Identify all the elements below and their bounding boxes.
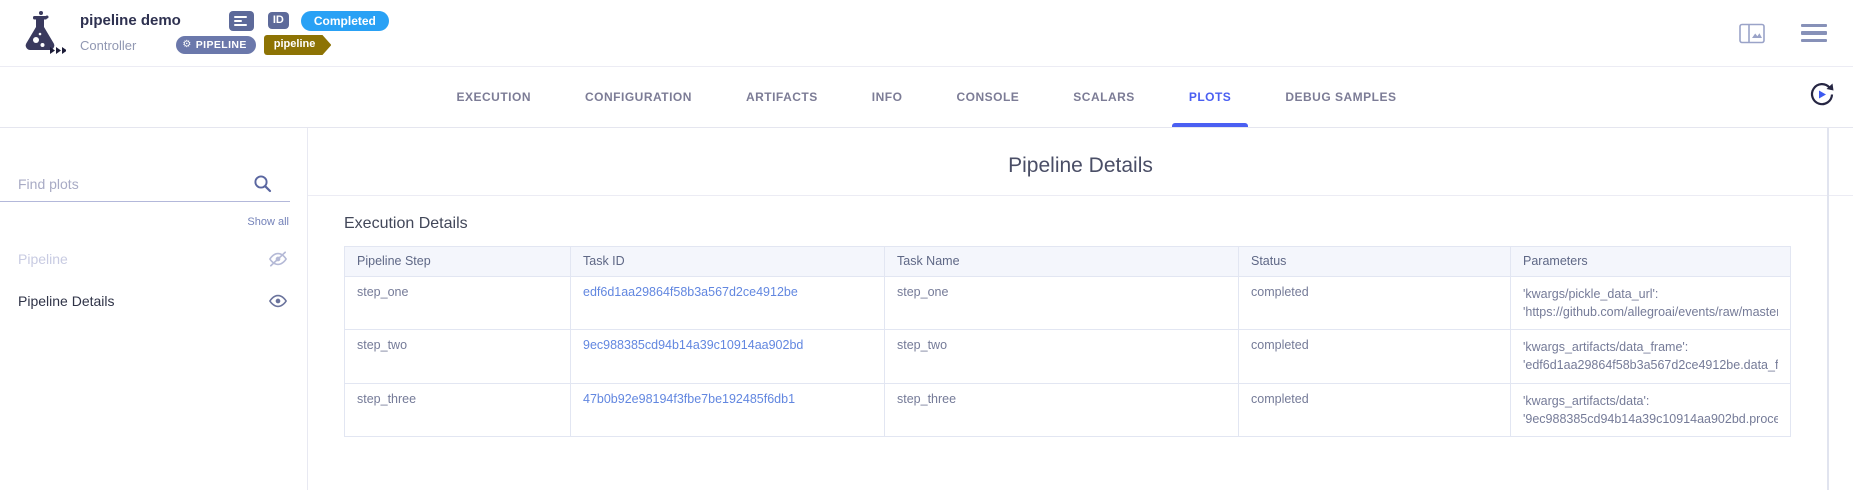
cell-pipeline-step: step_three: [345, 383, 571, 436]
find-plots-input[interactable]: [18, 176, 253, 192]
execution-details-section: Execution Details Pipeline Step Task ID …: [308, 196, 1853, 437]
table-row: step_three 47b0b92e98194f3fbe7be192485f6…: [345, 383, 1791, 436]
pipeline-tag: pipeline: [264, 35, 332, 55]
active-tab-underline: [1172, 123, 1249, 127]
search-icon[interactable]: [253, 174, 272, 193]
table-header-row: Pipeline Step Task ID Task Name Status P…: [345, 247, 1791, 277]
task-id-link[interactable]: edf6d1aa29864f58b3a567d2ce4912be: [583, 285, 798, 299]
col-parameters: Parameters: [1511, 247, 1791, 277]
cell-task-name: step_two: [885, 330, 1239, 383]
tab-debug-samples[interactable]: DEBUG SAMPLES: [1258, 67, 1423, 127]
sidebar-item-pipeline[interactable]: Pipeline: [0, 238, 307, 280]
menu-button[interactable]: [1801, 24, 1827, 43]
eye-off-icon[interactable]: [267, 250, 289, 268]
auto-refresh-button[interactable]: [1808, 81, 1835, 113]
show-all-row: Show all: [0, 202, 307, 228]
app-window: pipeline demo ID Completed Controller ⚙ …: [0, 0, 1853, 490]
eye-icon[interactable]: [267, 292, 289, 310]
tab-scalars[interactable]: SCALARS: [1046, 67, 1162, 127]
cell-status: completed: [1239, 330, 1511, 383]
plots-list: Pipeline Pipeline Details: [0, 238, 307, 322]
cell-parameters: 'kwargs_artifacts/data_frame': 'edf6d1aa…: [1511, 330, 1791, 383]
app-logo[interactable]: [14, 7, 66, 59]
section-title: Execution Details: [344, 215, 1791, 233]
col-pipeline-step: Pipeline Step: [345, 247, 571, 277]
status-badge: Completed: [301, 11, 389, 31]
task-title: pipeline demo: [80, 12, 181, 29]
tab-console[interactable]: CONSOLE: [929, 67, 1046, 127]
search-row: [0, 174, 290, 202]
tab-plots[interactable]: PLOTS: [1162, 67, 1259, 127]
task-id-link[interactable]: 9ec988385cd94b14a39c10914aa902bd: [583, 338, 803, 352]
vertical-scrollbar[interactable]: [1827, 128, 1829, 490]
tab-bar: EXECUTION CONFIGURATION ARTIFACTS INFO C…: [0, 66, 1853, 128]
flask-icon: [14, 7, 66, 59]
top-bar-actions: [1739, 23, 1829, 44]
page-title: Pipeline Details: [308, 154, 1853, 178]
table-row: step_one edf6d1aa29864f58b3a567d2ce4912b…: [345, 277, 1791, 330]
table-row: step_two 9ec988385cd94b14a39c10914aa902b…: [345, 330, 1791, 383]
cell-parameters: 'kwargs_artifacts/data': '9ec988385cd94b…: [1511, 383, 1791, 436]
type-badge: ⚙ PIPELINE: [176, 36, 255, 55]
split-panel-chart-icon: [1739, 23, 1765, 44]
cell-status: completed: [1239, 383, 1511, 436]
plots-main: Pipeline Details Execution Details Pipel…: [308, 128, 1853, 490]
task-subtitle: Controller: [80, 38, 136, 53]
col-task-name: Task Name: [885, 247, 1239, 277]
description-icon[interactable]: [229, 11, 254, 31]
sidebar-item-pipeline-details[interactable]: Pipeline Details: [0, 280, 307, 322]
content-area: Show all Pipeline Pipeline Details: [0, 128, 1853, 490]
execution-details-table: Pipeline Step Task ID Task Name Status P…: [344, 246, 1791, 437]
col-status: Status: [1239, 247, 1511, 277]
gear-icon: ⚙: [182, 40, 191, 50]
top-bar: pipeline demo ID Completed Controller ⚙ …: [0, 0, 1853, 66]
plots-sidebar: Show all Pipeline Pipeline Details: [0, 128, 308, 490]
show-all-link[interactable]: Show all: [247, 216, 289, 228]
task-id-link[interactable]: 47b0b92e98194f3fbe7be192485f6db1: [583, 392, 795, 406]
cell-task-name: step_three: [885, 383, 1239, 436]
table-details-view-button[interactable]: [1739, 23, 1765, 44]
cell-task-name: step_one: [885, 277, 1239, 330]
cell-pipeline-step: step_two: [345, 330, 571, 383]
col-task-id: Task ID: [571, 247, 885, 277]
cell-pipeline-step: step_one: [345, 277, 571, 330]
tab-configuration[interactable]: CONFIGURATION: [558, 67, 719, 127]
tab-execution[interactable]: EXECUTION: [429, 67, 558, 127]
type-badge-label: PIPELINE: [196, 39, 247, 52]
cell-status: completed: [1239, 277, 1511, 330]
cell-parameters: 'kwargs/pickle_data_url': 'https://githu…: [1511, 277, 1791, 330]
auto-refresh-icon: [1808, 81, 1835, 108]
tab-info[interactable]: INFO: [845, 67, 930, 127]
task-title-block: pipeline demo ID Completed Controller ⚙ …: [80, 11, 389, 55]
tab-artifacts[interactable]: ARTIFACTS: [719, 67, 845, 127]
id-badge[interactable]: ID: [268, 12, 289, 29]
